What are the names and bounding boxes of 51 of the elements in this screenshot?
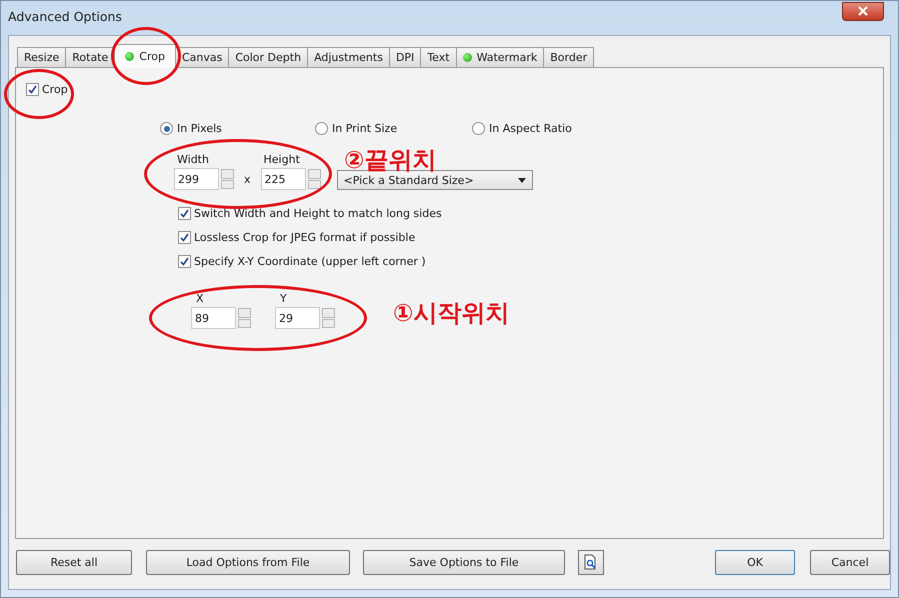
option-checkbox[interactable]: Lossless Crop for JPEG format if possible xyxy=(178,231,883,244)
x-label: X xyxy=(195,292,205,305)
tab[interactable]: Adjustments xyxy=(307,47,390,67)
height-input[interactable]: 225 xyxy=(260,168,306,190)
radio-label: In Pixels xyxy=(177,122,222,135)
y-input[interactable]: 29 xyxy=(275,307,320,329)
preview-button[interactable] xyxy=(578,550,604,574)
times-sign: x xyxy=(244,173,251,186)
height-label: Height xyxy=(262,153,301,166)
radio-option[interactable]: In Print Size xyxy=(315,122,472,135)
action-button[interactable]: Save Options to File xyxy=(363,550,565,574)
tab[interactable]: Crop xyxy=(114,44,176,68)
crop-checkbox[interactable]: Crop xyxy=(26,83,883,96)
annotation-text: ①시작위치 xyxy=(393,298,510,329)
spinner-icon[interactable] xyxy=(221,169,234,189)
window-title: Advanced Options xyxy=(8,9,122,24)
tab[interactable]: Text xyxy=(420,47,457,67)
magnifier-page-icon xyxy=(584,554,598,570)
radio-label: In Print Size xyxy=(332,122,398,135)
annotation-ellipse xyxy=(111,27,181,85)
checkbox-label: Specify X-Y Coordinate (upper left corner ) xyxy=(194,255,426,268)
tab[interactable]: DPI xyxy=(388,47,422,67)
radio-option[interactable]: In Pixels xyxy=(160,122,315,135)
width-label: Width xyxy=(176,153,210,166)
option-checkbox[interactable]: Switch Width and Height to match long sides xyxy=(178,207,883,220)
tab[interactable]: Canvas xyxy=(174,47,230,67)
checkbox-label: Switch Width and Height to match long sides xyxy=(194,207,442,220)
tab[interactable]: Resize xyxy=(17,47,66,67)
caret-icon xyxy=(518,178,526,182)
tab[interactable]: Color Depth xyxy=(228,47,308,67)
dialog-button[interactable]: OK xyxy=(715,550,795,574)
checkbox-label: Lossless Crop for JPEG format if possible xyxy=(194,231,416,244)
x-input[interactable]: 89 xyxy=(191,307,236,329)
tab[interactable]: Border xyxy=(543,47,594,67)
checkbox-label: Crop xyxy=(42,83,68,96)
action-button[interactable]: Load Options from File xyxy=(146,550,350,574)
tab[interactable]: Watermark xyxy=(456,47,544,67)
spinner-icon[interactable] xyxy=(238,308,251,328)
close-icon xyxy=(857,6,869,16)
y-label: Y xyxy=(279,292,288,305)
radio-label: In Aspect Ratio xyxy=(489,122,572,135)
width-input[interactable]: 299 xyxy=(174,168,219,190)
dialog-button[interactable]: Cancel xyxy=(810,550,890,574)
annotation-ellipse xyxy=(4,69,74,119)
close-button[interactable] xyxy=(842,2,884,20)
radio-option[interactable]: In Aspect Ratio xyxy=(472,122,627,135)
tab[interactable]: Rotate xyxy=(65,47,116,67)
action-button[interactable]: Reset all xyxy=(16,550,132,574)
spinner-icon[interactable] xyxy=(322,308,335,328)
option-checkbox[interactable]: Specify X-Y Coordinate (upper left corner ) xyxy=(178,255,883,268)
spinner-icon[interactable] xyxy=(308,169,321,189)
